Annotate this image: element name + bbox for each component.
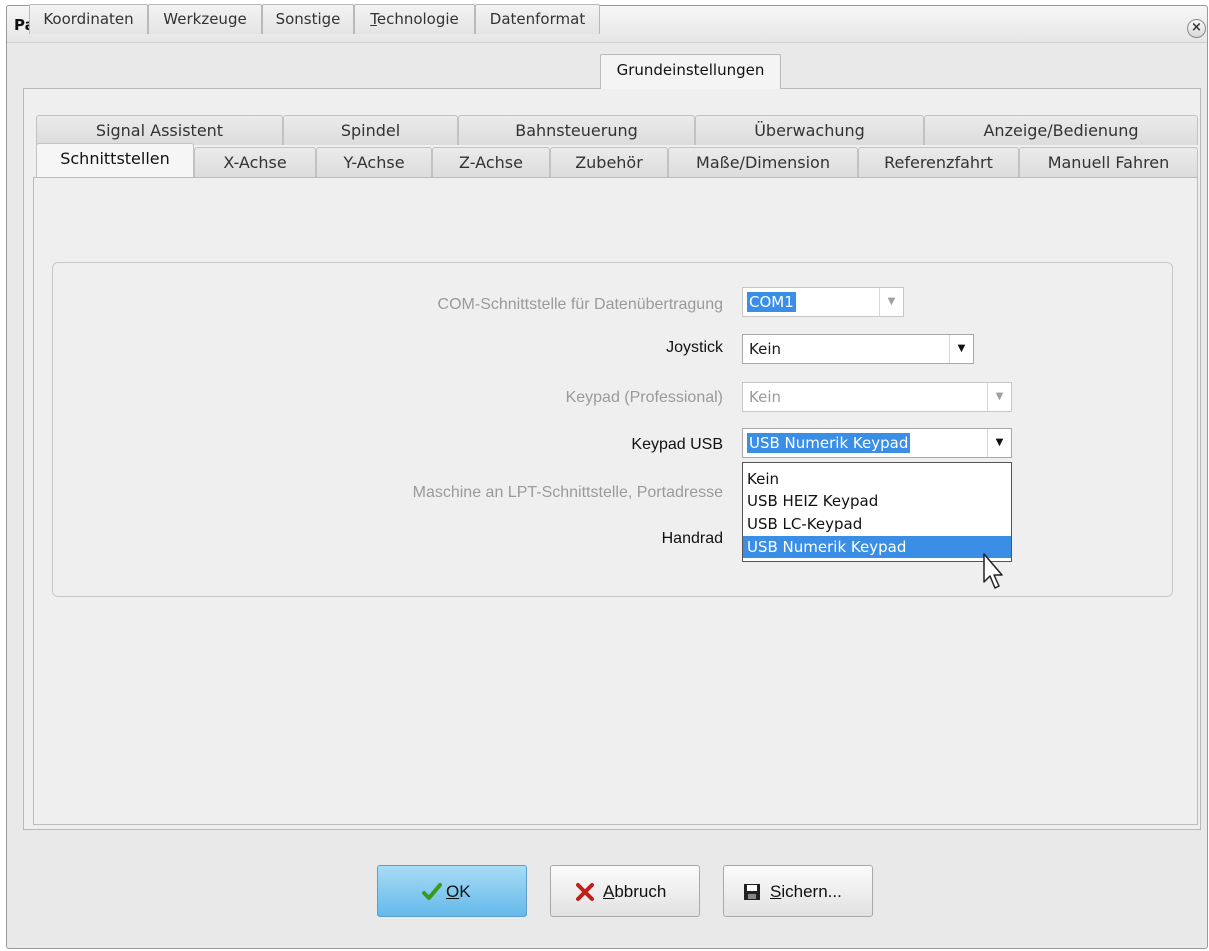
tab-label: Sonstige (275, 10, 341, 28)
cancel-button-label: Abbruch (603, 882, 667, 901)
tab-y-achse[interactable]: Y-Achse (316, 147, 432, 177)
lpt-port-label: Maschine an LPT-Schnittstelle, Portadres… (412, 484, 723, 501)
tab-zubehoer[interactable]: Zubehör (550, 147, 668, 177)
tab-ueberwachung[interactable]: Überwachung (695, 115, 924, 145)
mouse-pointer-icon (983, 553, 1003, 589)
ok-button-label: OK (446, 882, 471, 901)
tab-grundeinstellungen[interactable]: Grundeinstellungen (600, 54, 781, 89)
tab-manuell-fahren[interactable]: Manuell Fahren (1019, 147, 1198, 177)
tab-label: Werkzeuge (163, 10, 247, 28)
tab-label: Datenformat (489, 10, 586, 28)
tab-datenformat[interactable]: Datenformat (475, 4, 600, 34)
tab-x-achse[interactable]: X-Achse (194, 147, 316, 177)
dropdown-option-highlighted[interactable]: USB Numerik Keypad (743, 536, 1011, 558)
tab-schnittstellen[interactable]: Schnittstellen (36, 143, 194, 177)
tab-koordinaten[interactable]: Koordinaten (29, 4, 148, 34)
keypad-usb-select[interactable]: USB Numerik Keypad ▼ (742, 428, 1012, 458)
joystick-value: Kein (749, 340, 781, 358)
joystick-select[interactable]: Kein ▼ (742, 334, 974, 364)
keypad-professional-value: Kein (749, 388, 781, 406)
chevron-down-icon: ▼ (987, 429, 1011, 457)
com-port-label: COM-Schnittstelle für Datenübertragung (437, 296, 723, 313)
tab-spindel[interactable]: Spindel (283, 115, 458, 145)
tab-label: Signal Assistent (95, 121, 224, 140)
save-button[interactable]: Sichern... (723, 865, 873, 917)
com-port-select[interactable]: COM1 ▼ (742, 287, 904, 317)
tab-label: Überwachung (754, 121, 865, 140)
keypad-usb-dropdown-list: Kein USB HEIZ Keypad USB LC-Keypad USB N… (742, 462, 1012, 562)
tab-label: Spindel (340, 121, 401, 140)
joystick-label: Joystick (666, 339, 723, 356)
dropdown-option[interactable]: Kein (743, 468, 1011, 490)
dropdown-option[interactable]: USB LC-Keypad (743, 513, 1011, 535)
tab-label: Anzeige/Bedienung (983, 121, 1139, 140)
chevron-down-icon: ▼ (879, 288, 903, 316)
keypad-usb-label: Keypad USB (631, 436, 723, 453)
tab-label: X-Achse (223, 153, 287, 172)
tab-label: Y-Achse (343, 153, 405, 172)
cross-icon (576, 883, 594, 901)
tab-label: Zubehör (575, 153, 643, 172)
tab-signal-assistent[interactable]: Signal Assistent (36, 115, 283, 145)
handrad-label: Handrad (661, 530, 723, 547)
tab-label: Maße/Dimension (696, 153, 830, 172)
floppy-disk-icon (744, 884, 760, 900)
tab-label: Grundeinstellungen (616, 61, 765, 79)
keypad-professional-label: Keypad (Professional) (565, 389, 723, 406)
tab-z-achse[interactable]: Z-Achse (432, 147, 550, 177)
tab-technologie[interactable]: Technologie (354, 4, 475, 34)
tab-label: Manuell Fahren (1047, 153, 1170, 172)
tab-anzeige-bedienung[interactable]: Anzeige/Bedienung (924, 115, 1198, 145)
tab-label-rest: echnologie (376, 10, 459, 28)
tab-label: Z-Achse (459, 153, 523, 172)
tab-sonstige[interactable]: Sonstige (262, 4, 354, 34)
com-port-value: COM1 (747, 292, 796, 312)
tab-label: Bahnsteuerung (515, 121, 638, 140)
save-button-label: Sichern... (770, 882, 842, 901)
chevron-down-icon: ▼ (987, 383, 1011, 411)
tab-referenzfahrt[interactable]: Referenzfahrt (858, 147, 1019, 177)
tab-werkzeuge[interactable]: Werkzeuge (148, 4, 262, 34)
ok-button[interactable]: OK (377, 865, 527, 917)
keypad-professional-select[interactable]: Kein ▼ (742, 382, 1012, 412)
tab-label: Schnittstellen (60, 149, 170, 168)
tab-masse-dimension[interactable]: Maße/Dimension (668, 147, 858, 177)
tab-mnemonic: T (370, 10, 377, 28)
keypad-usb-value: USB Numerik Keypad (747, 433, 911, 453)
tab-label: Koordinaten (43, 10, 134, 28)
checkmark-icon (422, 883, 442, 900)
close-icon[interactable]: × (1187, 19, 1206, 38)
dropdown-option[interactable]: USB HEIZ Keypad (743, 490, 1011, 512)
tab-bahnsteuerung[interactable]: Bahnsteuerung (458, 115, 695, 145)
chevron-down-icon: ▼ (949, 335, 973, 363)
tab-label: Referenzfahrt (884, 153, 993, 172)
cancel-button[interactable]: Abbruch (550, 865, 700, 917)
